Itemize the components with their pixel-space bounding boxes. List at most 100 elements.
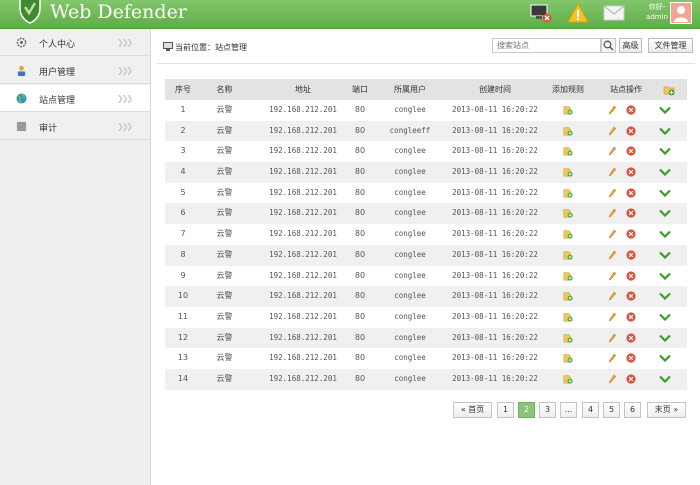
edit-icon[interactable]	[608, 291, 617, 301]
expand-chevron-icon[interactable]	[659, 106, 671, 115]
add-rule-icon[interactable]	[563, 146, 573, 156]
last-page-button[interactable]: 末页 »	[647, 402, 686, 418]
site-address: 192.168.212.201	[269, 311, 337, 321]
sidebar-item-label: 站点管理	[39, 96, 76, 106]
expand-chevron-icon[interactable]	[659, 168, 671, 177]
table-row: 11 云警 192.168.212.201 80 conglee 2013-08-11 1…	[165, 307, 687, 328]
add-rule-icon[interactable]	[563, 167, 573, 177]
add-rule-icon[interactable]	[563, 271, 573, 281]
edit-icon[interactable]	[608, 126, 617, 136]
page-button-1[interactable]: 1	[497, 402, 514, 418]
add-rule-icon[interactable]	[563, 188, 573, 198]
edit-icon[interactable]	[608, 333, 617, 343]
delete-icon[interactable]	[626, 208, 636, 219]
warning-icon[interactable]	[567, 3, 589, 23]
edit-icon[interactable]	[608, 105, 617, 115]
add-rule-icon[interactable]	[563, 229, 573, 239]
sidebar-item-site-management[interactable]: 站点管理 ❯❯❯	[0, 85, 150, 112]
avatar[interactable]	[670, 2, 692, 24]
delete-icon[interactable]	[626, 332, 636, 343]
search-icon	[603, 40, 614, 51]
created-time: 2013-08-11 16:20:22	[452, 187, 538, 197]
expand-chevron-icon[interactable]	[659, 189, 671, 197]
add-rule-icon[interactable]	[563, 353, 573, 363]
expand-chevron-icon[interactable]	[659, 292, 671, 301]
site-address: 192.168.212.201	[269, 229, 337, 239]
delete-icon[interactable]	[626, 167, 636, 177]
page-button-3[interactable]: 3	[539, 402, 556, 418]
add-rule-icon[interactable]	[563, 333, 573, 343]
expand-chevron-icon[interactable]	[659, 354, 671, 363]
mail-icon[interactable]	[603, 3, 625, 23]
edit-icon[interactable]	[608, 374, 617, 384]
row-number: 7	[180, 229, 186, 239]
expand-chevron-icon[interactable]	[659, 209, 671, 218]
advanced-search-button[interactable]: 高级	[619, 38, 642, 53]
site-address: 192.168.212.201	[269, 167, 337, 177]
expand-chevron-icon[interactable]	[659, 230, 671, 239]
delete-icon[interactable]	[626, 250, 636, 260]
edit-icon[interactable]	[608, 146, 617, 157]
delete-icon[interactable]	[626, 146, 636, 156]
add-rule-icon[interactable]	[563, 208, 573, 219]
table-row: 3 云警 192.168.212.201 80 conglee 2013-08-11 16…	[165, 141, 687, 162]
table-row: 7 云警 192.168.212.201 80 conglee 2013-08-11 16…	[165, 224, 687, 245]
add-site-button[interactable]	[656, 79, 681, 100]
delete-icon[interactable]	[626, 353, 636, 363]
username-text: admin	[646, 13, 668, 21]
file-manage-button[interactable]: 文件管理	[648, 38, 693, 53]
sidebar: 个人中心 ❯❯❯ 用户管理 ❯❯❯ 站点管理 ❯❯❯ 审计 ❯❯❯	[0, 29, 151, 485]
page-ellipsis[interactable]: ...	[560, 402, 577, 418]
add-rule-icon[interactable]	[563, 312, 573, 322]
add-rule-icon[interactable]	[563, 291, 573, 301]
edit-icon[interactable]	[608, 312, 617, 322]
page-button-5[interactable]: 5	[603, 402, 620, 418]
page-button-6[interactable]: 6	[624, 402, 641, 418]
row-number: 6	[180, 208, 186, 218]
add-rule-icon[interactable]	[563, 126, 573, 136]
edit-icon[interactable]	[608, 229, 617, 239]
site-owner: conglee	[394, 187, 426, 197]
delete-icon[interactable]	[626, 374, 636, 384]
edit-icon[interactable]	[608, 208, 617, 219]
delete-icon[interactable]	[626, 126, 636, 136]
expand-chevron-icon[interactable]	[659, 147, 671, 156]
delete-icon[interactable]	[626, 312, 636, 322]
search-input[interactable]	[492, 38, 601, 53]
site-name: 云警	[216, 105, 233, 114]
site-owner: conglee	[394, 249, 426, 259]
add-rule-icon[interactable]	[563, 374, 573, 384]
add-rule-icon[interactable]	[563, 250, 573, 260]
edit-icon[interactable]	[608, 167, 617, 177]
expand-chevron-icon[interactable]	[659, 272, 671, 280]
expand-chevron-icon[interactable]	[659, 334, 671, 342]
monitor-alert-icon[interactable]	[530, 3, 552, 23]
edit-icon[interactable]	[608, 250, 617, 260]
search-button[interactable]	[601, 38, 616, 53]
sidebar-item-audit[interactable]: 审计 ❯❯❯	[0, 113, 150, 140]
site-owner: conglee	[394, 353, 426, 363]
sidebar-item-label: 用户管理	[39, 68, 76, 78]
row-number: 13	[177, 353, 189, 363]
sidebar-item-user-management[interactable]: 用户管理 ❯❯❯	[0, 57, 150, 84]
add-rule-icon[interactable]	[563, 105, 573, 115]
created-time: 2013-08-11 16:20:22	[452, 270, 538, 280]
chevron-right-icon: ❯❯❯	[117, 94, 133, 103]
edit-icon[interactable]	[608, 188, 617, 198]
expand-chevron-icon[interactable]	[659, 375, 671, 383]
table-row: 13 云警 192.168.212.201 80 conglee 2013-08-11 1…	[165, 348, 687, 369]
page-button-2[interactable]: 2	[518, 402, 535, 418]
delete-icon[interactable]	[626, 270, 636, 281]
delete-icon[interactable]	[626, 105, 636, 115]
delete-icon[interactable]	[626, 188, 636, 198]
delete-icon[interactable]	[626, 229, 636, 239]
expand-chevron-icon[interactable]	[659, 127, 671, 135]
delete-icon[interactable]	[626, 291, 636, 301]
expand-chevron-icon[interactable]	[659, 251, 671, 259]
edit-icon[interactable]	[608, 353, 617, 363]
page-button-4[interactable]: 4	[582, 402, 599, 418]
edit-icon[interactable]	[608, 270, 617, 281]
expand-chevron-icon[interactable]	[659, 313, 671, 321]
sidebar-item-personal-center[interactable]: 个人中心 ❯❯❯	[0, 29, 150, 56]
first-page-button[interactable]: « 首页	[453, 402, 492, 418]
